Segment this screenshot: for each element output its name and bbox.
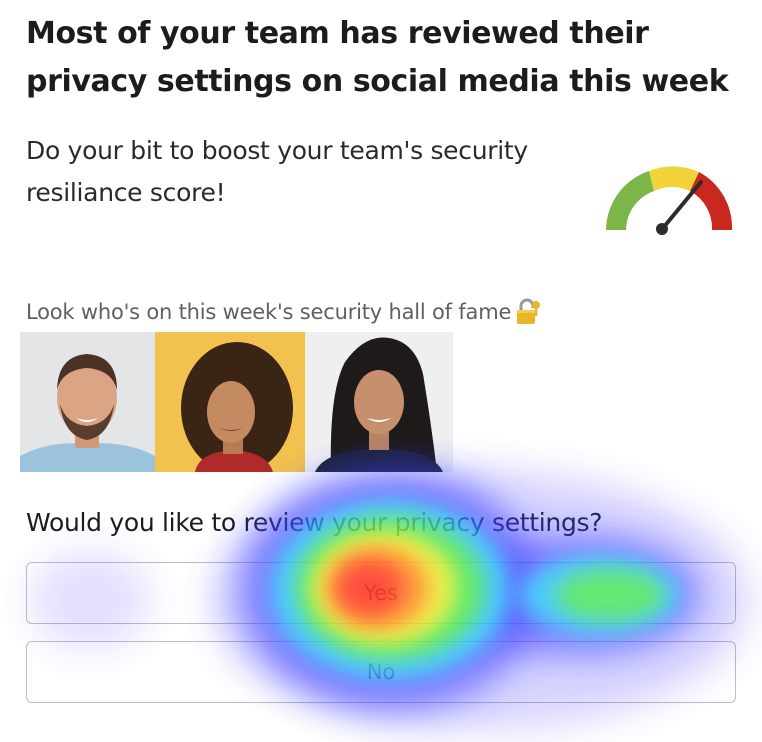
- card-subtext: Do your bit to boost your team's securit…: [26, 136, 528, 207]
- hall-of-fame-photos: [20, 332, 453, 472]
- speedometer-gauge-icon: [598, 158, 740, 236]
- hall-of-fame-photo-3: [305, 332, 453, 472]
- hall-of-fame-text: Look who's on this week's security hall …: [26, 300, 512, 324]
- hall-of-fame-photo-2: [155, 332, 305, 472]
- no-button[interactable]: No: [26, 641, 736, 703]
- review-question: Would you like to review your privacy se…: [26, 508, 603, 537]
- hall-of-fame-photo-1: [20, 332, 155, 472]
- card-headline: Most of your team has reviewed their pri…: [26, 16, 729, 99]
- lock-icon: [512, 297, 542, 327]
- hall-of-fame-label: Look who's on this week's security hall …: [26, 294, 542, 330]
- yes-button[interactable]: Yes: [26, 562, 736, 624]
